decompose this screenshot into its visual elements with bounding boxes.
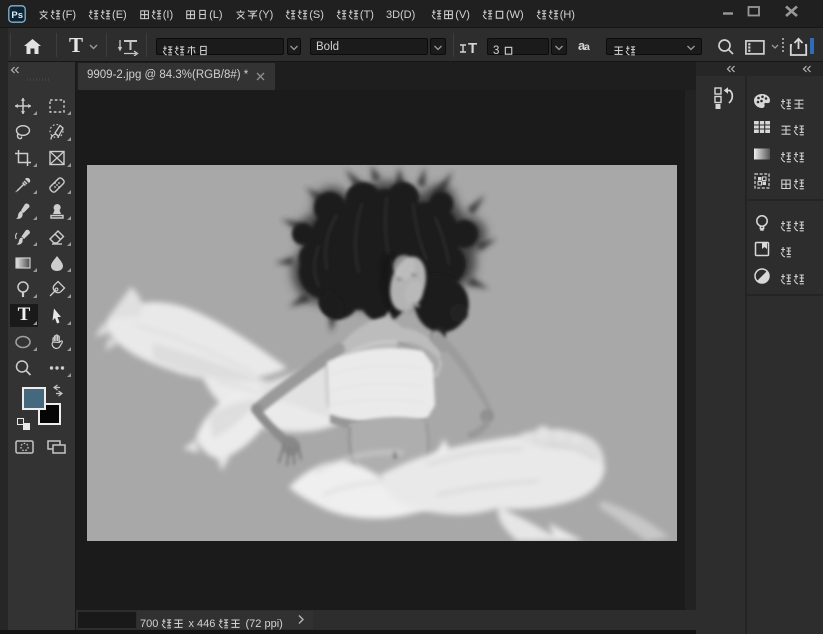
svg-text:Ps: Ps (11, 10, 23, 21)
svg-text:T: T (468, 40, 477, 55)
